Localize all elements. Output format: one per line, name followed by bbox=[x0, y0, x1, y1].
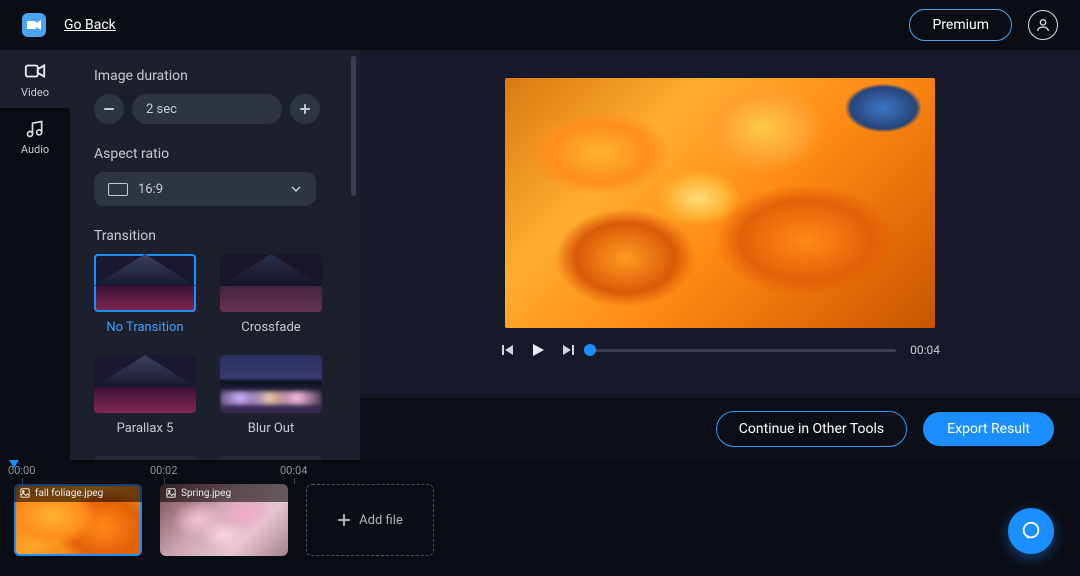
go-back-link[interactable]: Go Back bbox=[64, 17, 116, 33]
settings-panel: Image duration 2 sec Aspect ratio 16:9 T… bbox=[70, 50, 360, 460]
ruler-tick: 00:02 bbox=[150, 464, 177, 477]
transition-label-text: Crossfade bbox=[241, 320, 300, 335]
play-button[interactable] bbox=[530, 342, 546, 358]
chevron-down-icon bbox=[290, 183, 302, 195]
transition-blur-out[interactable]: Blur Out bbox=[220, 355, 322, 436]
video-icon bbox=[24, 60, 46, 82]
account-avatar[interactable] bbox=[1028, 10, 1058, 40]
play-icon bbox=[530, 342, 546, 358]
seek-knob[interactable] bbox=[584, 344, 596, 356]
transition-label-text: Blur Out bbox=[248, 421, 294, 436]
preview-image bbox=[505, 78, 935, 328]
ruler-tick: 00:00 bbox=[8, 464, 35, 477]
skip-forward-icon bbox=[561, 343, 575, 357]
seek-bar[interactable] bbox=[590, 349, 896, 352]
chat-icon bbox=[1020, 520, 1042, 542]
duration-field[interactable]: 2 sec bbox=[132, 94, 282, 124]
add-file-label: Add file bbox=[359, 513, 403, 528]
transition-no-transition[interactable]: No Transition bbox=[94, 254, 196, 335]
aspect-ratio-label: Aspect ratio bbox=[94, 146, 348, 162]
clip-filename: Spring.jpeg bbox=[181, 488, 231, 499]
transition-crossfade[interactable]: Crossfade bbox=[220, 254, 322, 335]
app-logo bbox=[22, 13, 46, 37]
skip-forward-button[interactable] bbox=[560, 342, 576, 358]
aspect-ratio-select[interactable]: 16:9 bbox=[94, 172, 316, 206]
image-icon bbox=[20, 488, 30, 498]
user-icon bbox=[1035, 17, 1051, 33]
clip-filename: fall foliage.jpeg bbox=[35, 488, 103, 499]
timeline-clip[interactable]: Spring.jpeg bbox=[160, 484, 288, 556]
skip-back-icon bbox=[501, 343, 515, 357]
image-icon bbox=[166, 488, 176, 498]
help-fab[interactable] bbox=[1008, 508, 1054, 554]
transition-label-text: Parallax 5 bbox=[117, 421, 174, 436]
aspect-rect-icon bbox=[108, 183, 128, 196]
premium-button[interactable]: Premium bbox=[909, 9, 1012, 41]
music-note-icon bbox=[25, 119, 45, 139]
duration-decrease-button[interactable] bbox=[94, 94, 124, 124]
timeline-clip[interactable]: fall foliage.jpeg bbox=[14, 484, 142, 556]
add-file-button[interactable]: Add file bbox=[306, 484, 434, 556]
export-result-button[interactable]: Export Result bbox=[923, 412, 1054, 446]
transition-parallax-5[interactable]: Parallax 5 bbox=[94, 355, 196, 436]
duration-increase-button[interactable] bbox=[290, 94, 320, 124]
plus-icon bbox=[299, 103, 311, 115]
rail-audio-label: Audio bbox=[21, 143, 49, 156]
transition-label-text: No Transition bbox=[106, 320, 183, 335]
rail-audio[interactable]: Audio bbox=[0, 108, 70, 166]
minus-icon bbox=[103, 103, 115, 115]
aspect-ratio-value: 16:9 bbox=[138, 182, 163, 197]
timeline: 00:00 00:02 00:04 fall foliage.jpeg Spri… bbox=[0, 460, 1080, 576]
continue-other-tools-button[interactable]: Continue in Other Tools bbox=[716, 411, 907, 447]
ruler-tick: 00:04 bbox=[280, 464, 307, 477]
total-time: 00:04 bbox=[910, 343, 940, 357]
transition-label: Transition bbox=[94, 228, 348, 244]
plus-icon bbox=[337, 513, 351, 527]
timeline-ruler[interactable]: 00:00 00:02 00:04 bbox=[0, 460, 1080, 484]
rail-video-label: Video bbox=[21, 86, 49, 99]
skip-back-button[interactable] bbox=[500, 342, 516, 358]
image-duration-label: Image duration bbox=[94, 68, 348, 84]
preview-stage: 00:04 bbox=[360, 50, 1080, 398]
rail-video[interactable]: Video bbox=[0, 50, 70, 108]
tool-rail: Video Audio bbox=[0, 50, 70, 460]
